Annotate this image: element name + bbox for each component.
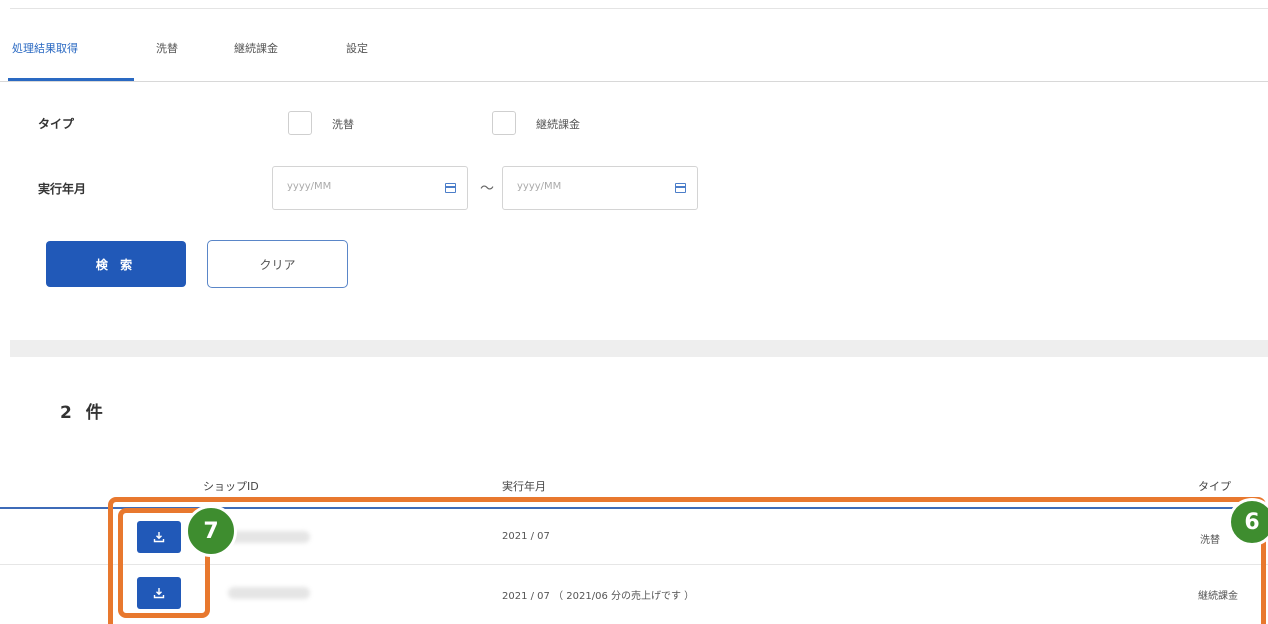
active-tab-indicator — [8, 78, 134, 81]
row-highlight-box — [108, 497, 1266, 624]
tab-recurring-billing[interactable]: 継続課金 — [234, 40, 278, 56]
run-month-label: 実行年月 — [38, 182, 87, 196]
result-count: 2 件 — [60, 403, 107, 423]
date-from-placeholder: yyyy/MM — [287, 181, 332, 192]
top-border — [10, 8, 1268, 9]
date-from-input[interactable]: yyyy/MM — [272, 166, 468, 210]
search-button[interactable]: 検 索 — [46, 241, 186, 287]
tab-reauthorization[interactable]: 洗替 — [156, 40, 178, 56]
type-label: タイプ — [38, 117, 75, 131]
type-option-reauthorization-label: 洗替 — [332, 118, 354, 131]
tab-results[interactable]: 処理結果取得 — [12, 40, 78, 56]
type-checkbox-recurring-billing[interactable] — [492, 111, 516, 135]
type-option-recurring-billing-label: 継続課金 — [536, 118, 580, 131]
tab-bar: 処理結果取得 洗替 継続課金 設定 — [0, 30, 1268, 82]
range-separator: ～ — [480, 181, 494, 197]
calendar-icon[interactable] — [445, 183, 456, 193]
calendar-icon[interactable] — [675, 183, 686, 193]
tab-settings[interactable]: 設定 — [346, 40, 368, 56]
date-to-placeholder: yyyy/MM — [517, 181, 562, 192]
date-to-input[interactable]: yyyy/MM — [502, 166, 698, 210]
type-checkbox-reauthorization[interactable] — [288, 111, 312, 135]
column-header-shop-id: ショップID — [203, 480, 259, 493]
section-divider — [10, 340, 1268, 357]
column-header-run-month: 実行年月 — [502, 480, 546, 493]
annotation-badge-6: 6 — [1228, 498, 1268, 546]
column-header-type: タイプ — [1198, 480, 1231, 493]
annotation-badge-7: 7 — [185, 505, 237, 557]
clear-button[interactable]: クリア — [207, 240, 348, 288]
